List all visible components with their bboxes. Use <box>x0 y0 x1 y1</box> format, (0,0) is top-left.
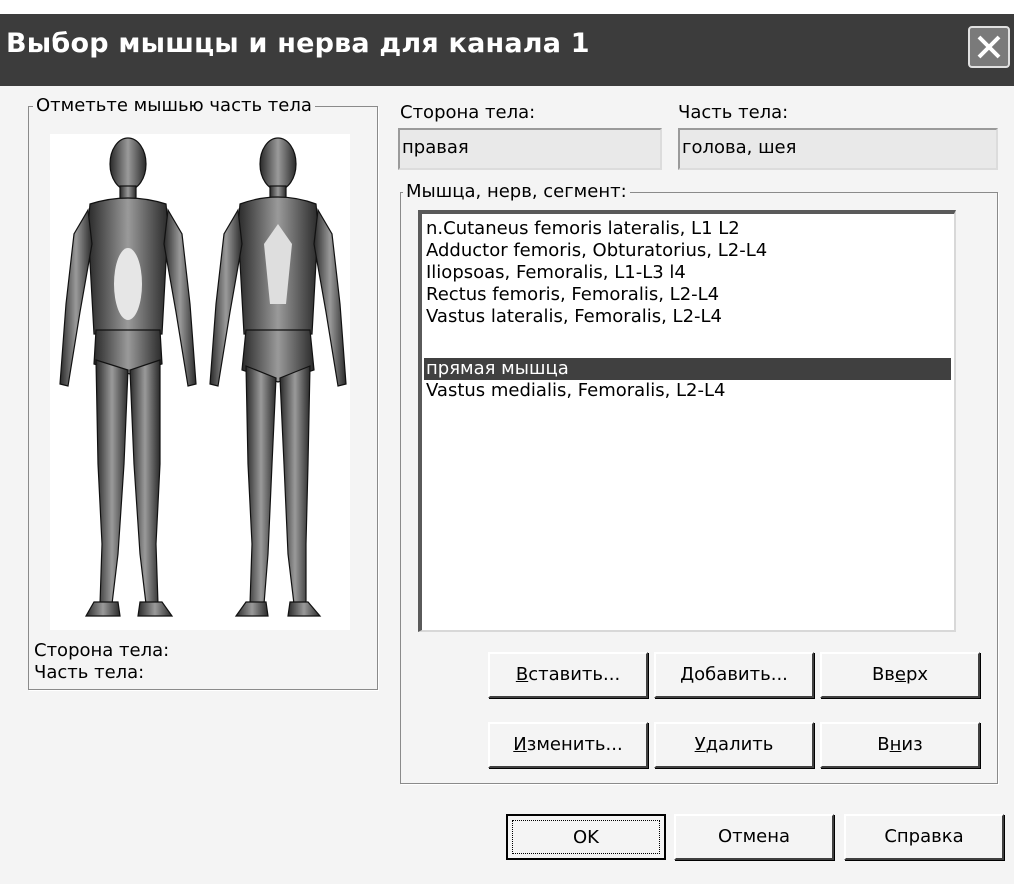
front-abdomen <box>114 248 142 320</box>
list-item[interactable]: Vastus medialis, Femoralis, L2-L4 <box>426 380 725 402</box>
list-item[interactable]: Iliopsoas, Femoralis, L1-L3 l4 <box>426 262 686 284</box>
edit-button[interactable]: Изменить... <box>488 722 648 768</box>
add-button[interactable]: Добавить... <box>654 652 814 698</box>
list-item[interactable]: Vastus lateralis, Femoralis, L2-L4 <box>426 306 722 328</box>
front-figure[interactable] <box>59 137 197 617</box>
ok-button[interactable]: OK <box>506 814 666 860</box>
cancel-button[interactable]: Отмена <box>674 814 834 860</box>
ok-focus-rect: OK <box>512 820 660 854</box>
list-item-selected[interactable]: прямая мышца <box>424 358 951 380</box>
muscle-list[interactable]: n.Cutaneus femoris lateralis, L1 L2 Addu… <box>418 210 956 632</box>
help-button[interactable]: Справка <box>844 814 1004 860</box>
window-title: Выбор мышцы и нерва для канала 1 <box>6 28 590 59</box>
body-figure-image[interactable] <box>50 134 350 630</box>
move-up-button[interactable]: Вверх <box>820 652 980 698</box>
figure-part-label: Часть тела: <box>34 662 145 683</box>
body-part-group-legend: Отметьте мышью часть тела <box>33 95 315 117</box>
muscle-group-legend: Мышца, нерв, сегмент: <box>403 181 630 203</box>
part-field[interactable]: голова, шея <box>678 128 998 170</box>
side-label: Сторона тела: <box>400 102 536 123</box>
list-item[interactable]: Rectus femoris, Femoralis, L2-L4 <box>426 284 719 306</box>
insert-button[interactable]: Вставить... <box>488 652 648 698</box>
close-button[interactable] <box>968 26 1010 68</box>
move-down-button[interactable]: Вниз <box>820 722 980 768</box>
part-label: Часть тела: <box>678 102 789 123</box>
side-field[interactable]: правая <box>398 128 662 170</box>
background-strip <box>0 0 1014 14</box>
back-figure[interactable] <box>209 137 347 617</box>
list-item[interactable]: Adductor femoris, Obturatorius, L2-L4 <box>426 240 767 262</box>
figure-side-label: Сторона тела: <box>34 640 170 661</box>
body-figure[interactable] <box>50 134 350 630</box>
list-item[interactable]: n.Cutaneus femoris lateralis, L1 L2 <box>426 218 740 240</box>
delete-button[interactable]: Удалить <box>654 722 814 768</box>
close-icon <box>977 35 1001 59</box>
